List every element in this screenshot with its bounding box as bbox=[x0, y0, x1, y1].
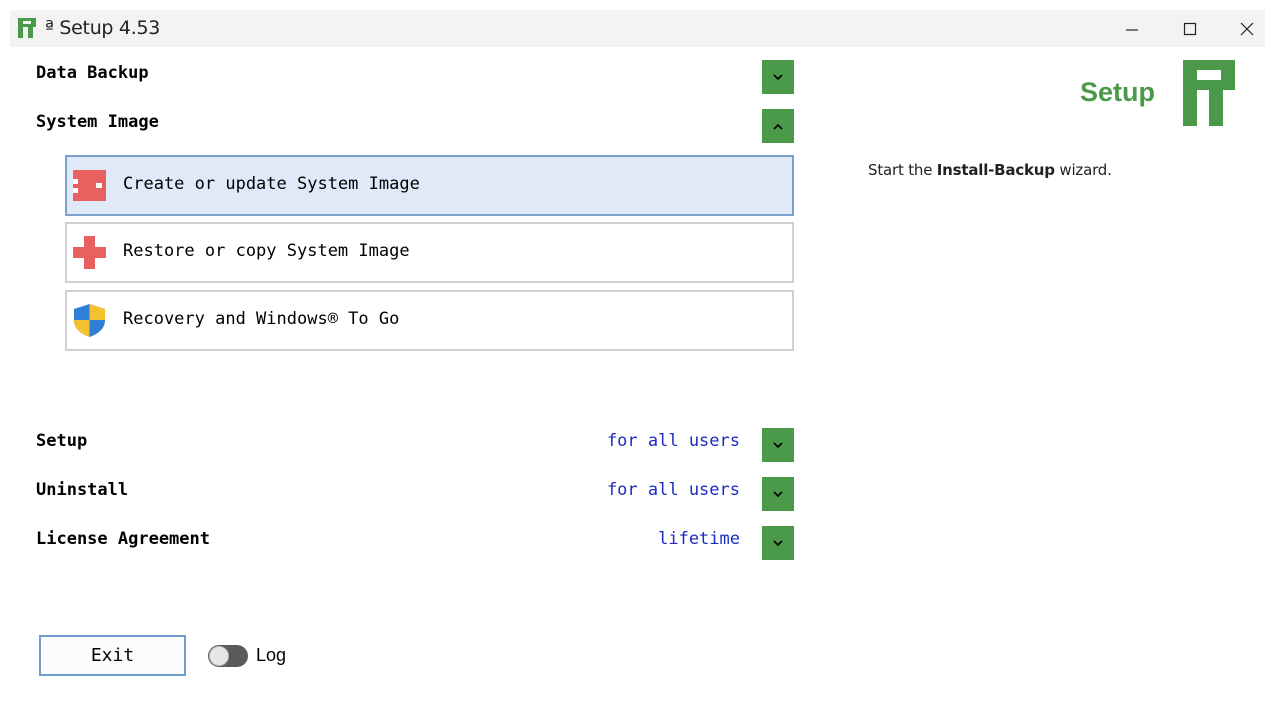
chevron-down-icon bbox=[773, 490, 783, 497]
restore-copy-system-image-item[interactable]: Restore or copy System Image bbox=[65, 222, 794, 283]
item-label: Create or update System Image bbox=[123, 174, 420, 194]
license-expand-button[interactable] bbox=[762, 526, 794, 560]
shield-icon bbox=[74, 304, 105, 337]
item-label: Recovery and Windows® To Go bbox=[123, 309, 400, 329]
section-uninstall-label[interactable]: Uninstall bbox=[36, 480, 128, 500]
wizard-description: Start the Install-Backup wizard. bbox=[868, 161, 1112, 179]
description-prefix: Start the bbox=[868, 161, 937, 179]
uninstall-value[interactable]: for all users bbox=[607, 480, 740, 500]
section-system-image-label[interactable]: System Image bbox=[36, 112, 159, 132]
log-toggle-knob bbox=[209, 646, 229, 666]
log-toggle[interactable] bbox=[208, 645, 248, 667]
maximize-button[interactable] bbox=[1167, 10, 1213, 47]
restore-cross-icon bbox=[73, 236, 106, 269]
close-button[interactable] bbox=[1224, 10, 1265, 47]
minimize-button[interactable] bbox=[1109, 10, 1155, 47]
chevron-down-icon bbox=[773, 441, 783, 448]
brand-text: Setup bbox=[1080, 77, 1156, 107]
section-license-label[interactable]: License Agreement bbox=[36, 529, 210, 549]
exit-button[interactable]: Exit bbox=[39, 635, 186, 676]
create-update-system-image-item[interactable]: Create or update System Image bbox=[65, 155, 794, 216]
uninstall-expand-button[interactable] bbox=[762, 477, 794, 511]
brand-logo-icon bbox=[1183, 60, 1235, 126]
license-value[interactable]: lifetime bbox=[658, 529, 740, 549]
title-bar: ª Setup 4.53 bbox=[10, 10, 1265, 47]
section-data-backup-label[interactable]: Data Backup bbox=[36, 63, 149, 83]
description-wizard-name: Install-Backup bbox=[936, 161, 1055, 179]
item-label: Restore or copy System Image bbox=[123, 241, 410, 261]
setup-value[interactable]: for all users bbox=[607, 431, 740, 451]
chevron-up-icon bbox=[773, 123, 783, 130]
maximize-icon bbox=[1183, 22, 1197, 35]
data-backup-expand-button[interactable] bbox=[762, 60, 794, 94]
chevron-down-icon bbox=[773, 539, 783, 546]
app-logo-icon bbox=[18, 18, 36, 38]
recovery-windows-to-go-item[interactable]: Recovery and Windows® To Go bbox=[65, 290, 794, 351]
close-icon bbox=[1240, 22, 1254, 35]
description-suffix: wizard. bbox=[1054, 161, 1112, 179]
log-label: Log bbox=[256, 645, 287, 665]
window-title: ª Setup 4.53 bbox=[45, 17, 161, 39]
section-setup-label[interactable]: Setup bbox=[36, 431, 87, 451]
create-image-icon bbox=[73, 170, 106, 201]
setup-expand-button[interactable] bbox=[762, 428, 794, 462]
chevron-down-icon bbox=[773, 73, 783, 80]
minimize-icon bbox=[1126, 28, 1138, 31]
system-image-collapse-button[interactable] bbox=[762, 109, 794, 143]
